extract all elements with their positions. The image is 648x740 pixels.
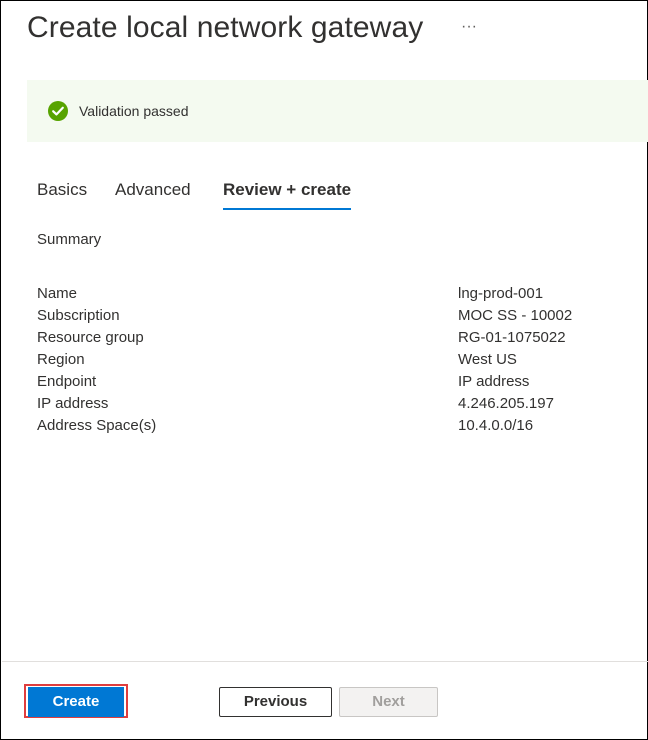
summary-label: Resource group — [37, 329, 144, 346]
footer-divider — [2, 661, 648, 662]
summary-value: RG-01-1075022 — [458, 329, 566, 346]
summary-value: 4.246.205.197 — [458, 395, 554, 412]
summary-list: Name lng-prod-001 Subscription MOC SS - … — [37, 285, 597, 439]
create-local-network-gateway-page: Create local network gateway ··· Validat… — [0, 0, 648, 740]
tab-basics[interactable]: Basics — [37, 180, 87, 210]
summary-row-ip-address: IP address 4.246.205.197 — [37, 395, 597, 417]
summary-row-address-space: Address Space(s) 10.4.0.0/16 — [37, 417, 597, 439]
summary-label: Endpoint — [37, 373, 97, 390]
summary-row-subscription: Subscription MOC SS - 10002 — [37, 307, 597, 329]
summary-value: MOC SS - 10002 — [458, 307, 573, 324]
validation-banner: Validation passed — [27, 80, 648, 142]
next-button[interactable]: Next — [339, 687, 438, 717]
tab-label: Review + create — [223, 180, 352, 199]
summary-label: IP address — [37, 395, 109, 412]
summary-value: West US — [458, 351, 517, 368]
summary-label: Subscription — [37, 307, 120, 324]
tab-review-create[interactable]: Review + create — [223, 180, 352, 210]
previous-button[interactable]: Previous — [219, 687, 332, 717]
summary-row-region: Region West US — [37, 351, 597, 373]
more-options-icon[interactable]: ··· — [458, 17, 480, 39]
tab-label: Advanced — [115, 180, 191, 199]
create-button[interactable]: Create — [28, 687, 124, 717]
page-title: Create local network gateway — [27, 11, 424, 44]
summary-row-name: Name lng-prod-001 — [37, 285, 597, 307]
summary-value: 10.4.0.0/16 — [458, 417, 534, 434]
summary-label: Region — [37, 351, 85, 368]
summary-heading: Summary — [37, 231, 102, 248]
summary-value: lng-prod-001 — [458, 285, 544, 302]
validation-message: Validation passed — [79, 103, 189, 119]
active-tab-indicator — [223, 208, 352, 210]
summary-row-endpoint: Endpoint IP address — [37, 373, 597, 395]
summary-value: IP address — [458, 373, 530, 390]
summary-label: Address Space(s) — [37, 417, 157, 434]
tab-advanced[interactable]: Advanced — [115, 180, 191, 210]
summary-row-resource-group: Resource group RG-01-1075022 — [37, 329, 597, 351]
summary-label: Name — [37, 285, 78, 302]
tab-label: Basics — [37, 180, 88, 199]
check-circle-icon — [48, 101, 68, 121]
